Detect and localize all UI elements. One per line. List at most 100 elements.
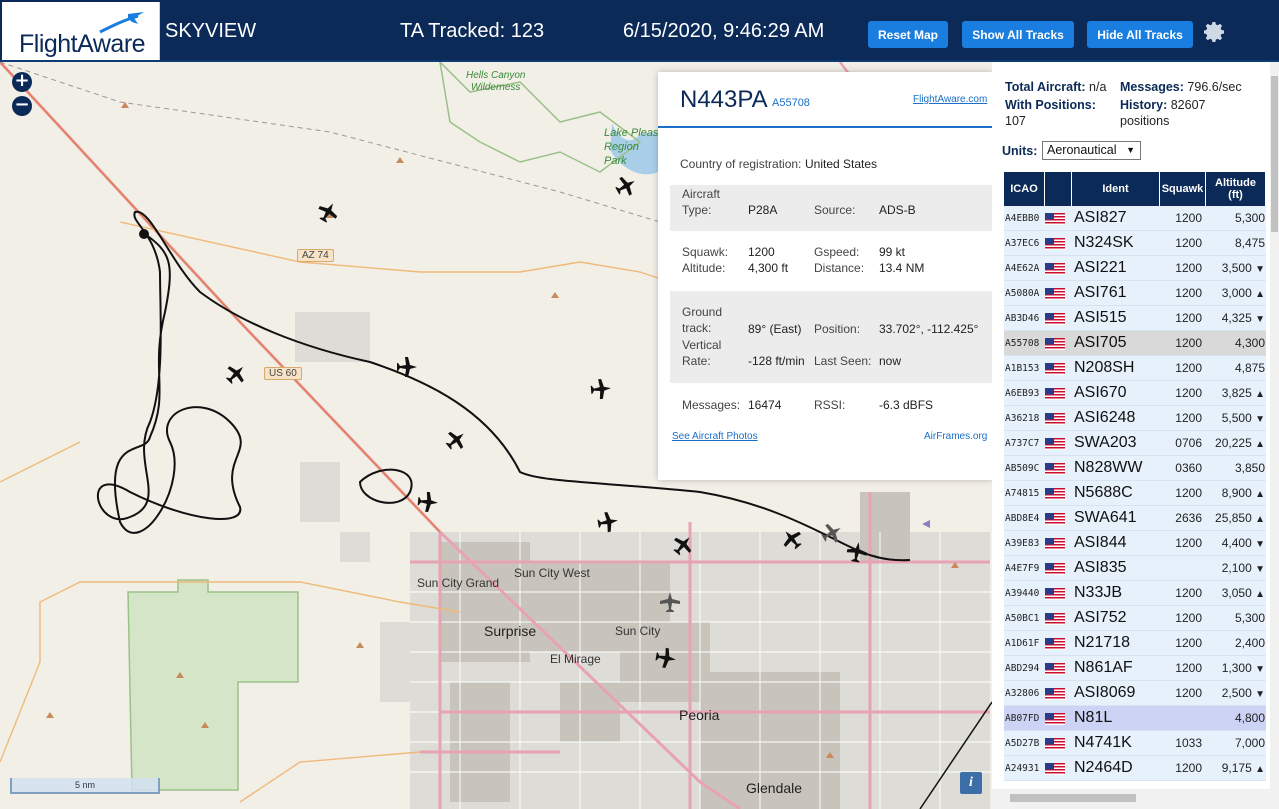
table-row[interactable]: AB07FD N81L 4,800: [1004, 706, 1266, 731]
messages-value: 16474: [748, 398, 782, 412]
table-row[interactable]: A50BC1 ASI752 1200 5,300: [1004, 606, 1266, 631]
table-row[interactable]: A36218 ASI6248 1200 5,500 ▼: [1004, 406, 1266, 431]
squawk-value: 1200: [748, 245, 775, 259]
cell-squawk: 1200: [1160, 381, 1206, 406]
altitude-value: 4,300: [1234, 336, 1265, 350]
horizontal-scrollbar[interactable]: [992, 789, 1279, 809]
airframes-link[interactable]: AirFrames.org: [924, 431, 987, 442]
aircraft-marker[interactable]: [314, 198, 342, 226]
table-row[interactable]: ABD294 N861AF 1200 1,300 ▼: [1004, 656, 1266, 681]
with-positions-value: 107: [1005, 114, 1026, 128]
altitude-value: 3,000: [1221, 286, 1252, 300]
col-altitude[interactable]: Altitude (ft): [1206, 172, 1266, 206]
table-row[interactable]: A32806 ASI8069 1200 2,500 ▼: [1004, 681, 1266, 706]
zoom-out-button[interactable]: −: [12, 96, 32, 116]
aircraft-marker-selected[interactable]: [417, 491, 439, 513]
altitude-value: 2,400: [1234, 636, 1265, 650]
flag-icon: [1045, 406, 1072, 431]
units-dropdown[interactable]: Aeronautical ▼: [1042, 141, 1141, 160]
cell-squawk: 1200: [1160, 631, 1206, 656]
col-squawk[interactable]: Squawk: [1160, 172, 1206, 206]
history-unit: positions: [1120, 114, 1170, 128]
table-row[interactable]: A4EBB0 ASI827 1200 5,300: [1004, 206, 1266, 231]
track-label: Ground track:: [682, 305, 723, 335]
table-row[interactable]: A6EB93 ASI670 1200 3,825 ▲: [1004, 381, 1266, 406]
table-row[interactable]: A4E7F9 ASI835 2,100 ▼: [1004, 556, 1266, 581]
popup-icao-link[interactable]: A55708: [772, 97, 810, 109]
table-row[interactable]: A24931 N2464D 1200 9,175 ▲: [1004, 756, 1266, 781]
col-ident[interactable]: Ident: [1072, 172, 1160, 206]
vertical-scrollbar[interactable]: [1270, 62, 1279, 789]
table-row[interactable]: A37EC6 N324SK 1200 8,475: [1004, 231, 1266, 256]
cell-ident: N21718: [1072, 631, 1160, 656]
aircraft-photos-link[interactable]: See Aircraft Photos: [672, 431, 758, 442]
aircraft-marker[interactable]: [845, 540, 869, 564]
cell-ident: SWA641: [1072, 506, 1160, 531]
aircraft-marker[interactable]: [668, 530, 698, 560]
stat-with-positions: With Positions: 107: [1005, 97, 1117, 129]
tracked-count: TA Tracked: 123: [400, 20, 545, 42]
hide-all-tracks-button[interactable]: Hide All Tracks: [1087, 21, 1193, 48]
cell-icao: A6EB93: [1004, 381, 1045, 406]
col-icao[interactable]: ICAO: [1004, 172, 1045, 206]
gear-icon[interactable]: [1203, 20, 1227, 44]
cell-ident: N33JB: [1072, 581, 1160, 606]
trend-icon: ▼: [1255, 314, 1265, 325]
table-row[interactable]: A39E83 ASI844 1200 4,400 ▼: [1004, 531, 1266, 556]
cell-icao: AB3D46: [1004, 306, 1045, 331]
flightaware-link[interactable]: FlightAware.com: [913, 94, 987, 105]
aircraft-marker[interactable]: [660, 592, 680, 612]
cell-altitude: 3,000 ▲: [1206, 281, 1266, 306]
table-row[interactable]: A55708 ASI705 1200 4,300: [1004, 331, 1266, 356]
aircraft-marker[interactable]: [818, 519, 846, 547]
table-row[interactable]: AB3D46 ASI515 1200 4,325 ▼: [1004, 306, 1266, 331]
table-row[interactable]: AB509C N828WW 0360 3,850: [1004, 456, 1266, 481]
flag-icon: [1045, 681, 1072, 706]
cell-altitude: 4,325 ▼: [1206, 306, 1266, 331]
reset-map-button[interactable]: Reset Map: [868, 21, 948, 48]
table-row[interactable]: ABD8E4 SWA641 2636 25,850 ▲: [1004, 506, 1266, 531]
table-row[interactable]: A39440 N33JB 1200 3,050 ▲: [1004, 581, 1266, 606]
col-flag[interactable]: [1045, 172, 1072, 206]
cell-icao: A4E62A: [1004, 256, 1045, 281]
table-row[interactable]: A5080A ASI761 1200 3,000 ▲: [1004, 281, 1266, 306]
zoom-in-button[interactable]: +: [12, 72, 32, 92]
trend-icon: ▲: [1255, 764, 1265, 775]
cell-altitude: 4,400 ▼: [1206, 531, 1266, 556]
aircraft-marker[interactable]: [590, 378, 612, 400]
aircraft-table-container[interactable]: ICAO Ident Squawk Altitude (ft) A4EBB0 AS…: [1004, 172, 1266, 789]
table-row[interactable]: A737C7 SWA203 0706 20,225 ▲: [1004, 431, 1266, 456]
table-row[interactable]: A4E62A ASI221 1200 3,500 ▼: [1004, 256, 1266, 281]
scrollbar-thumb[interactable]: [1271, 76, 1278, 232]
aircraft-marker[interactable]: [441, 425, 471, 455]
scrollbar-thumb[interactable]: [1010, 794, 1136, 802]
lastseen-label: Last Seen:: [814, 354, 872, 368]
altitude-value: 25,850: [1215, 511, 1252, 525]
show-all-tracks-button[interactable]: Show All Tracks: [962, 21, 1074, 48]
aircraft-marker[interactable]: [397, 357, 417, 377]
cell-icao: A50BC1: [1004, 606, 1045, 631]
cell-altitude: 4,800: [1206, 706, 1266, 731]
flag-icon: [1045, 631, 1072, 656]
aircraft-marker[interactable]: [612, 172, 640, 200]
cell-icao: A39E83: [1004, 531, 1045, 556]
aircraft-marker[interactable]: [596, 510, 620, 534]
table-row[interactable]: A1B153 N208SH 1200 4,875: [1004, 356, 1266, 381]
cell-altitude: 2,400: [1206, 631, 1266, 656]
flag-icon: [1045, 506, 1072, 531]
rssi-value: -6.3 dBFS: [879, 398, 934, 412]
table-row[interactable]: A5D27B N4741K 1033 7,000: [1004, 731, 1266, 756]
table-row[interactable]: A74815 N5688C 1200 8,900 ▲: [1004, 481, 1266, 506]
aircraft-marker[interactable]: [221, 359, 251, 389]
flightaware-logo[interactable]: FlightAware: [2, 2, 160, 60]
cell-squawk: 1200: [1160, 306, 1206, 331]
altitude-value: 5,500: [1221, 411, 1252, 425]
cell-altitude: 4,300: [1206, 331, 1266, 356]
cell-altitude: 7,000: [1206, 731, 1266, 756]
aircraft-marker[interactable]: [777, 524, 807, 554]
cell-altitude: 8,900 ▲: [1206, 481, 1266, 506]
aircraft-marker[interactable]: [654, 646, 678, 670]
cell-icao: A1B153: [1004, 356, 1045, 381]
info-button[interactable]: i: [960, 772, 982, 794]
table-row[interactable]: A1D61F N21718 1200 2,400: [1004, 631, 1266, 656]
